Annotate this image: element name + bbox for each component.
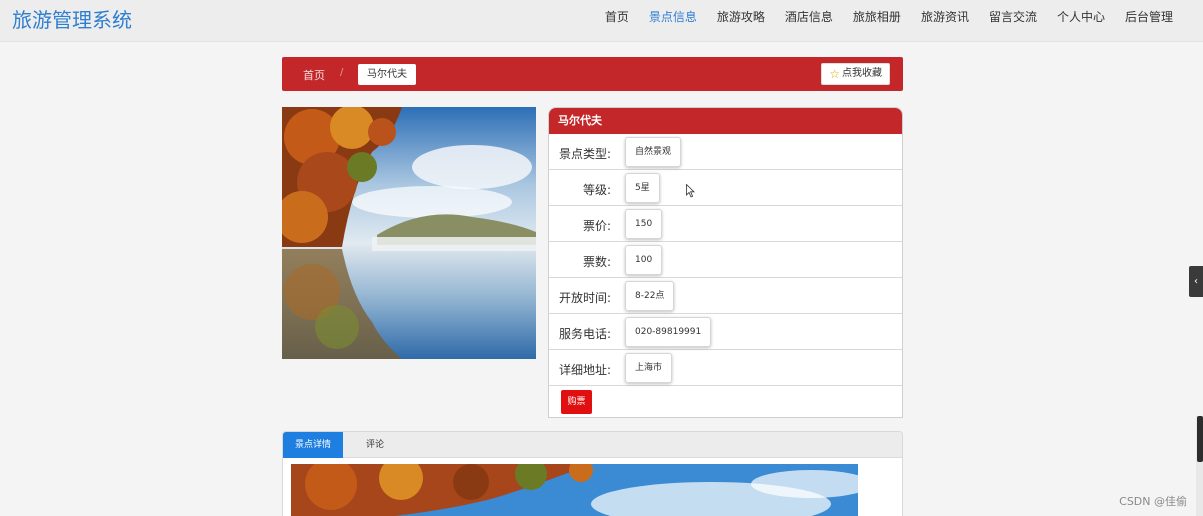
info-row-phone: 服务电话: 020-89819991 (549, 314, 902, 350)
ticket-price-value: 150 (625, 209, 663, 239)
site-brand[interactable]: 旅游管理系统 (12, 4, 132, 33)
address-value: 上海市 (625, 353, 673, 383)
nav-item-travel-guides[interactable]: 旅游攻略 (707, 8, 775, 25)
info-row-price: 票价: 150 (549, 206, 902, 242)
ticket-count-label: 票数: (582, 255, 611, 269)
nav-item-news[interactable]: 旅游资讯 (911, 8, 979, 25)
breadcrumb-home-link[interactable]: 首页 (303, 67, 325, 83)
nav-item-albums[interactable]: 旅旅相册 (843, 8, 911, 25)
ticket-price-label: 票价: (582, 219, 611, 233)
info-row-count: 票数: 100 (549, 242, 902, 278)
mouse-pointer-icon (686, 184, 695, 198)
service-phone-label: 服务电话: (558, 327, 611, 341)
buy-row: 购票 (549, 386, 902, 417)
detail-photo (291, 464, 858, 516)
nav-item-hotels[interactable]: 酒店信息 (775, 8, 843, 25)
nav-item-scenic-spots[interactable]: 景点信息 (639, 8, 707, 25)
level-label: 等级: (582, 183, 611, 197)
info-row-hours: 开放时间: 8-22点 (549, 278, 902, 314)
spot-photo (282, 107, 536, 359)
watermark: CSDN @佳偷 (1119, 495, 1187, 508)
info-row-address: 详细地址: 上海市 (549, 350, 902, 386)
nav-item-admin[interactable]: 后台管理 (1115, 8, 1183, 25)
ticket-count-value: 100 (625, 245, 663, 275)
buy-ticket-button[interactable]: 购票 (561, 390, 592, 414)
top-header: 旅游管理系统 首页 景点信息 旅游攻略 酒店信息 旅旅相册 旅游资讯 留言交流 … (0, 0, 1203, 42)
main-nav: 首页 景点信息 旅游攻略 酒店信息 旅旅相册 旅游资讯 留言交流 个人中心 后台… (595, 0, 1183, 32)
chevron-left-icon[interactable]: ‹ (1189, 266, 1203, 297)
opening-hours-label: 开放时间: (558, 291, 611, 305)
address-label: 详细地址: (558, 363, 611, 377)
scrollbar-thumb[interactable] (1197, 416, 1203, 462)
nav-item-user-center[interactable]: 个人中心 (1047, 8, 1115, 25)
star-icon: ☆ (829, 67, 840, 81)
breadcrumb-separator: / (340, 67, 344, 78)
spot-name-header: 马尔代夫 (549, 108, 902, 134)
spot-type-value: 自然景观 (625, 137, 682, 167)
favorite-button[interactable]: ☆ 点我收藏 (821, 63, 890, 85)
tab-comments[interactable]: 评论 (343, 432, 407, 458)
info-row-level: 等级: 5星 (549, 170, 902, 206)
nav-item-messages[interactable]: 留言交流 (979, 8, 1047, 25)
tab-spot-details[interactable]: 景点详情 (283, 432, 344, 458)
spot-type-label: 景点类型: (558, 147, 611, 161)
detail-tabs-box: 景点详情 评论 (282, 431, 903, 516)
level-value: 5星 (625, 173, 660, 203)
spot-info-panel: 马尔代夫 景点类型: 自然景观 等级: 5星 票价: 150 票数: 100 开… (548, 107, 903, 418)
breadcrumb-current: 马尔代夫 (358, 64, 416, 85)
tab-bar: 景点详情 评论 (283, 432, 902, 458)
nav-item-home[interactable]: 首页 (595, 8, 639, 25)
service-phone-value: 020-89819991 (625, 317, 712, 347)
info-row-type: 景点类型: 自然景观 (549, 134, 902, 170)
breadcrumb-bar: 首页 / 马尔代夫 ☆ 点我收藏 (282, 57, 903, 91)
opening-hours-value: 8-22点 (625, 281, 675, 311)
favorite-button-label: 点我收藏 (842, 68, 882, 79)
